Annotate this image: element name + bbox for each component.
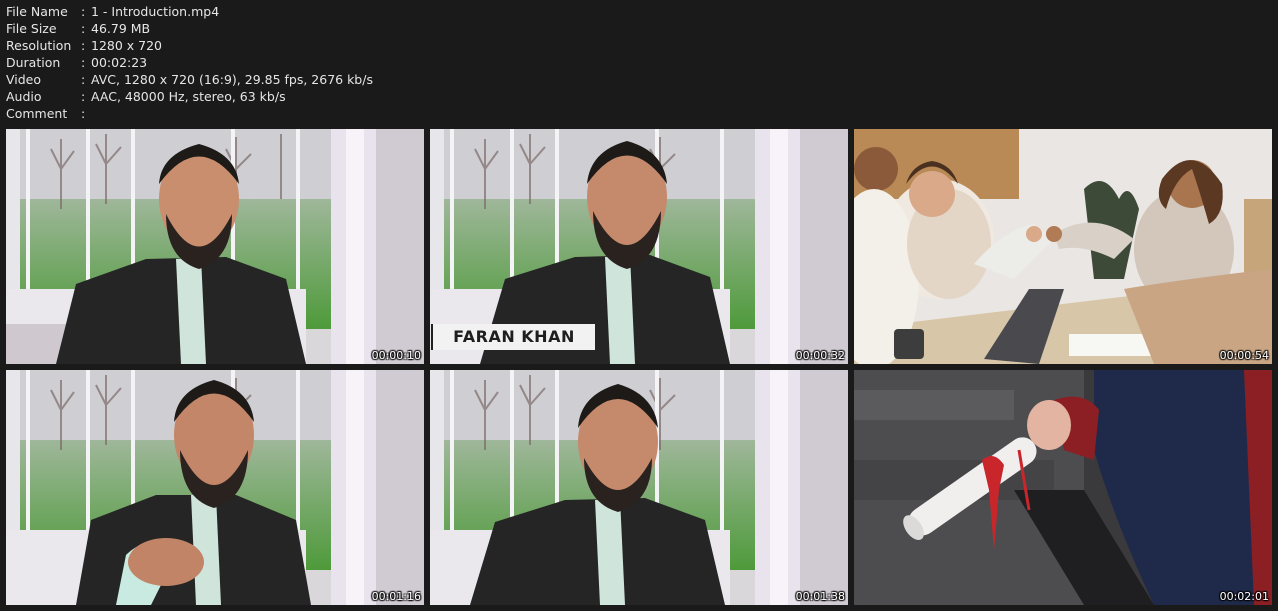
name-lower-third: FARAN KHAN xyxy=(431,324,595,350)
meta-separator: : xyxy=(81,106,86,121)
meta-key: File Name xyxy=(6,4,68,19)
timestamp-label: 00:01:38 xyxy=(795,590,845,603)
video-thumbnail[interactable]: 00:00:10 xyxy=(6,129,424,364)
meta-row-resolution: Resolution : 1280 x 720 xyxy=(6,37,373,54)
timestamp-label: 00:00:54 xyxy=(1219,349,1269,362)
meta-row-file-size: File Size : 46.79 MB xyxy=(6,20,373,37)
video-thumbnail[interactable]: 00:01:38 xyxy=(430,370,848,605)
thumbnail-grid: 00:00:10 FARAN KHAN 00:00:32 00:00:54 00… xyxy=(6,129,1272,605)
meta-row-comment: Comment : xyxy=(6,105,373,122)
diploma-scene xyxy=(854,370,1272,605)
meta-value: 00:02:23 xyxy=(91,55,148,70)
meta-key: Resolution xyxy=(6,38,72,53)
meta-key: File Size xyxy=(6,21,57,36)
video-thumbnail[interactable]: 00:00:54 xyxy=(854,129,1272,364)
meta-separator: : xyxy=(81,72,86,87)
meta-value: AAC, 48000 Hz, stereo, 63 kb/s xyxy=(91,89,286,104)
meta-value: AVC, 1280 x 720 (16:9), 29.85 fps, 2676 … xyxy=(91,72,373,87)
meta-key: Audio xyxy=(6,89,42,104)
meta-separator: : xyxy=(81,38,86,53)
timestamp-label: 00:00:10 xyxy=(371,349,421,362)
meta-separator: : xyxy=(81,89,86,104)
timestamp-label: 00:01:16 xyxy=(371,590,421,603)
presenter-scene xyxy=(430,370,848,605)
video-thumbnail[interactable]: FARAN KHAN 00:00:32 xyxy=(430,129,848,364)
video-thumbnail[interactable]: 00:02:01 xyxy=(854,370,1272,605)
office-scene xyxy=(854,129,1272,364)
meta-row-duration: Duration : 00:02:23 xyxy=(6,54,373,71)
meta-row-file-name: File Name : 1 - Introduction.mp4 xyxy=(6,3,373,20)
meta-key: Duration xyxy=(6,55,61,70)
meta-separator: : xyxy=(81,21,86,36)
meta-value: 46.79 MB xyxy=(91,21,151,36)
meta-row-audio: Audio : AAC, 48000 Hz, stereo, 63 kb/s xyxy=(6,88,373,105)
presenter-scene xyxy=(6,129,424,364)
video-thumbnail[interactable]: 00:01:16 xyxy=(6,370,424,605)
meta-row-video: Video : AVC, 1280 x 720 (16:9), 29.85 fp… xyxy=(6,71,373,88)
meta-value: 1280 x 720 xyxy=(91,38,163,53)
meta-key: Video xyxy=(6,72,42,87)
meta-separator: : xyxy=(81,55,86,70)
meta-value: 1 - Introduction.mp4 xyxy=(91,4,220,19)
timestamp-label: 00:02:01 xyxy=(1219,590,1269,603)
file-metadata: File Name : 1 - Introduction.mp4 File Si… xyxy=(6,3,373,122)
meta-separator: : xyxy=(81,4,86,19)
meta-key: Comment xyxy=(6,106,68,121)
timestamp-label: 00:00:32 xyxy=(795,349,845,362)
presenter-scene xyxy=(6,370,424,605)
